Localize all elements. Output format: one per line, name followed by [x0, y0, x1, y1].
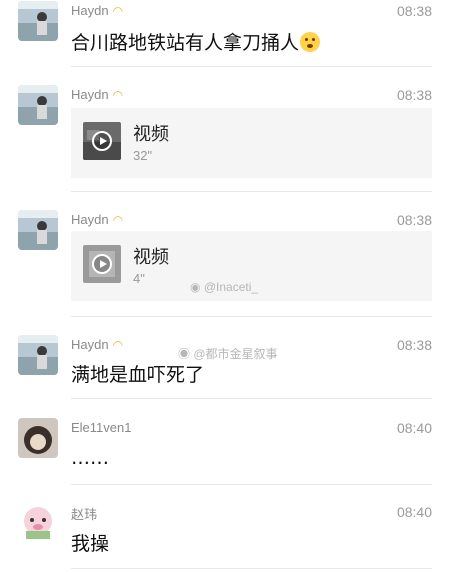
video-thumbnail — [83, 122, 121, 160]
sender-name-text: Haydn — [71, 337, 109, 352]
divider — [71, 66, 432, 67]
banana-emoji-icon: ◠ — [112, 4, 124, 18]
divider — [71, 191, 432, 192]
banana-emoji-icon: ◠ — [112, 338, 124, 352]
sender-name-text: Haydn — [71, 212, 109, 227]
video-label: 视频 — [133, 124, 169, 145]
play-icon — [92, 131, 112, 151]
sender-name: Haydn ◠ — [71, 87, 123, 102]
weibo-logo-icon: ◉ — [190, 280, 201, 294]
sender-name: Haydn ◠ — [71, 212, 123, 227]
message-text: 我操 — [71, 533, 110, 555]
sender-name-text: Haydn — [71, 3, 109, 18]
message-text: 满地是血吓死了 — [71, 364, 205, 386]
watermark: ◉ @Inaceti_ — [190, 280, 258, 294]
message-time: 08:38 — [396, 212, 432, 228]
message-time: 08:38 — [396, 87, 432, 103]
avatar[interactable] — [18, 210, 58, 250]
watermark: ◉ @都市金星叙事 — [178, 345, 278, 362]
message-text: 合川路地铁站有人拿刀捅人 — [71, 28, 321, 55]
avatar[interactable] — [18, 85, 58, 125]
avatar[interactable] — [18, 1, 58, 41]
message-time: 08:40 — [396, 420, 432, 436]
divider — [71, 568, 432, 569]
sender-name-text: Haydn — [71, 87, 109, 102]
sender-name: Haydn ◠ — [71, 337, 123, 352]
message-text-content: 合川路地铁站有人拿刀捅人 — [71, 32, 300, 54]
sender-name: Ele11ven1 — [71, 420, 132, 435]
avatar[interactable] — [18, 501, 58, 541]
watermark-text: @Inaceti_ — [203, 280, 259, 294]
avatar[interactable] — [18, 335, 58, 375]
divider — [71, 316, 432, 317]
video-duration: 4" — [133, 271, 145, 286]
sender-name: 赵玮 — [71, 507, 98, 522]
avatar[interactable] — [18, 418, 58, 458]
video-message[interactable]: 视频 32" — [71, 108, 432, 178]
banana-emoji-icon: ◠ — [112, 88, 124, 102]
message-time: 08:40 — [396, 504, 432, 520]
play-icon — [92, 254, 112, 274]
message-time: 08:38 — [396, 337, 432, 353]
video-thumbnail — [83, 245, 121, 283]
flushed-face-emoji-icon — [300, 32, 321, 52]
divider — [71, 398, 432, 399]
sender-name: Haydn ◠ — [71, 3, 123, 18]
banana-emoji-icon: ◠ — [112, 213, 124, 227]
video-duration: 32" — [133, 148, 153, 163]
message-time: 08:38 — [396, 3, 432, 19]
weibo-logo-icon: ◉ — [178, 347, 191, 361]
video-label: 视频 — [133, 247, 169, 268]
divider — [71, 484, 432, 485]
watermark-text: @都市金星叙事 — [193, 347, 278, 361]
message-text: …… — [71, 447, 109, 469]
